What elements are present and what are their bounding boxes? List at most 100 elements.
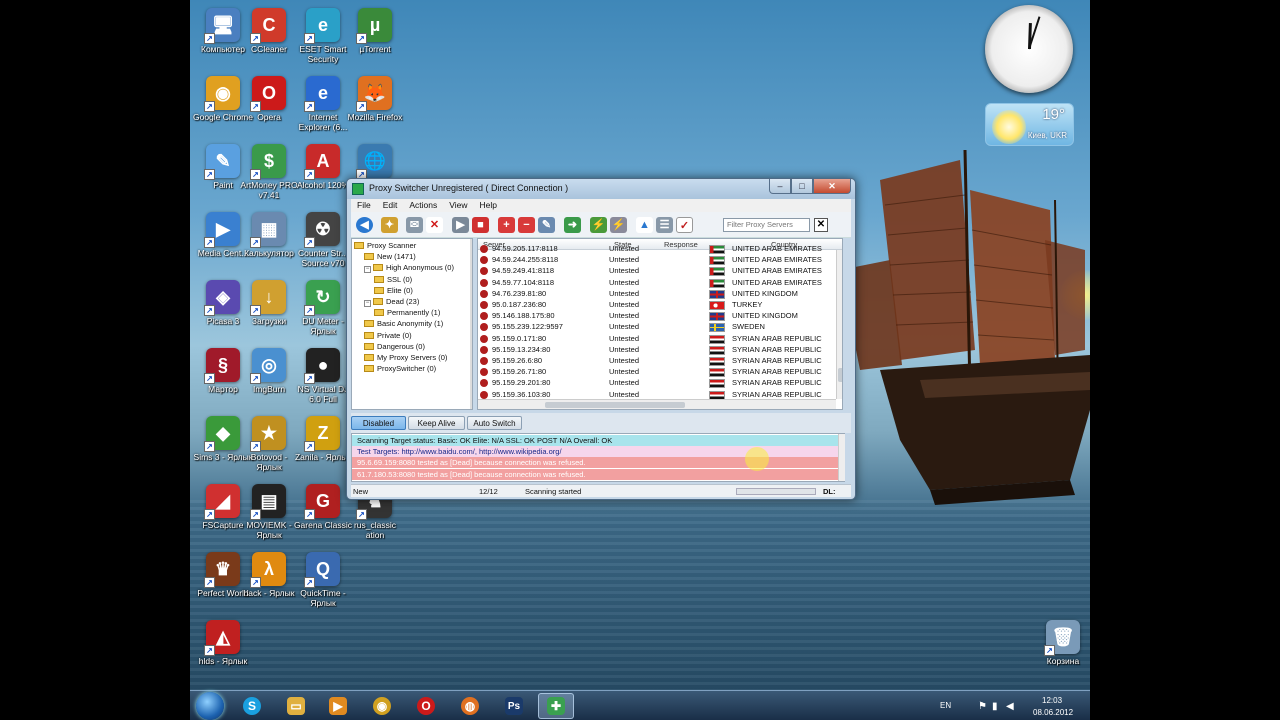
taskbar-photoshop[interactable]: Ps	[496, 693, 532, 719]
collapse-toggle-icon[interactable]: −	[364, 266, 371, 274]
cell-country: SYRIAN ARAB REPUBLIC	[732, 344, 822, 354]
shortcut-arrow-icon: ↗	[250, 373, 261, 384]
taskbar-chrome[interactable]: ◉	[364, 693, 400, 719]
menu-edit[interactable]: Edit	[377, 199, 404, 212]
mail-icon[interactable]: ✉	[406, 217, 423, 233]
tree-scrollbar[interactable]	[470, 239, 472, 409]
tree-node[interactable]: Private (0)	[364, 330, 412, 341]
table-row[interactable]: 95.155.239.122:9597 Untested SWEDEN	[478, 321, 836, 333]
tree-node[interactable]: Proxy Scanner	[354, 240, 416, 251]
table-row[interactable]: 94.76.239.81:80 Untested UNITED KINGDOM	[478, 288, 836, 299]
tree-node[interactable]: My Proxy Servers (0)	[364, 352, 447, 363]
menu-view[interactable]: View	[443, 199, 473, 212]
desktop-icon[interactable]: λ ↗ hack - Ярлык	[238, 552, 300, 598]
tree-node[interactable]: − High Anonymous (0)	[364, 262, 454, 274]
table-row[interactable]: 94.59.244.255:8118 Untested UNITED ARAB EM…	[478, 254, 836, 266]
network-icon[interactable]: ▮	[992, 701, 998, 712]
shortcut-arrow-icon: ↗	[204, 509, 215, 520]
disabled-button[interactable]: Disabled	[351, 416, 406, 430]
tree-node[interactable]: ProxySwitcher (0)	[364, 363, 436, 374]
table-row[interactable]: 95.0.187.236:80 Untested TURKEY	[478, 299, 836, 310]
desktop-icon[interactable]: Q ↗ QuickTime - Ярлык	[292, 552, 354, 608]
auto-switch-button[interactable]: Auto Switch	[467, 416, 522, 430]
table-row[interactable]: 94.59.205.117:8118 Untested UNITED ARAB EM…	[478, 243, 836, 254]
desktop-icon[interactable]: ◭ ↗ hlds - Ярлык	[192, 620, 254, 666]
maximize-button[interactable]: □	[791, 179, 813, 194]
table-row[interactable]: 94.59.77.104:8118 Untested UNITED ARAB EMI…	[478, 277, 836, 288]
tree-node[interactable]: New (1471)	[364, 251, 416, 262]
delete-icon[interactable]: ✕	[426, 217, 443, 233]
table-vertical-scrollbar[interactable]	[836, 250, 842, 399]
tree-node[interactable]: − Dead (23)	[364, 296, 419, 307]
warning-icon[interactable]: ▲	[636, 217, 653, 233]
desktop: 🖥 ↗ Компьютер C ↗ CCleaner e ↗ ESET Smart Securi…	[190, 0, 1090, 720]
table-row[interactable]: 95.159.26.6:80 Untested SYRIAN ARAB REPUBL…	[478, 355, 836, 366]
taskbar-opera[interactable]: O	[408, 693, 444, 719]
table-row[interactable]: 95.159.26.71:80 Untested SYRIAN ARAB REPUB…	[478, 366, 836, 378]
wand-icon[interactable]: ✦	[381, 217, 398, 233]
filter-proxy-input[interactable]: Filter Proxy Servers	[723, 218, 810, 232]
export-icon[interactable]: ➜	[564, 217, 581, 233]
title-bar[interactable]: Proxy Switcher Unregistered ( Direct Con…	[347, 179, 855, 199]
table-row[interactable]: 95.146.188.175:80 Untested UNITED KINGDOM	[478, 310, 836, 322]
keep-alive-button[interactable]: Keep Alive	[408, 416, 465, 430]
desktop-icon[interactable]: ↻ ↗ DU Meter - Ярлык	[292, 280, 354, 336]
clock-date[interactable]: 08.06.2012	[1033, 708, 1073, 717]
taskbar-explorer[interactable]: ▭	[278, 693, 314, 719]
desktop-icon[interactable]: ☢ ↗ Counter Str... Source v70	[292, 212, 354, 268]
table-row[interactable]: 95.159.13.234:80 Untested SYRIAN ARAB REPU…	[478, 344, 836, 355]
desktop-icon[interactable]: 🌐 ↗	[344, 144, 406, 180]
edit-icon[interactable]: ✎	[538, 217, 555, 233]
menu-file[interactable]: File	[351, 199, 377, 212]
sun-icon	[992, 110, 1026, 144]
close-button[interactable]: ✕	[813, 179, 851, 194]
stop-icon[interactable]: ■	[472, 217, 489, 233]
desktop-icon[interactable]: ▤ ↗ MOVIEMK - Ярлык	[238, 484, 300, 540]
tree-node[interactable]: Basic Anonymity (1)	[364, 318, 443, 329]
clear-filter-icon[interactable]: ✕	[814, 218, 828, 232]
desktop-icon[interactable]: O ↗ Opera	[238, 76, 300, 122]
desktop-icon[interactable]: ● ↗ NS Virtual DJ 6.0 Full	[292, 348, 354, 404]
desktop-icon[interactable]: C ↗ CCleaner	[238, 8, 300, 54]
back-icon[interactable]: ◀	[356, 217, 373, 233]
desktop-icon[interactable]: Z ↗ Zanila - Ярлык	[292, 416, 354, 462]
menu-help[interactable]: Help	[474, 199, 503, 212]
menu-actions[interactable]: Actions	[403, 199, 443, 212]
plug-icon[interactable]: ⚡	[590, 217, 607, 233]
tree-node[interactable]: Permanently (1)	[374, 307, 440, 318]
tree-node[interactable]: Dangerous (0)	[364, 341, 425, 352]
flag-icon[interactable]: ⚑	[978, 701, 987, 712]
minimize-button[interactable]: –	[769, 179, 791, 194]
desktop-icon[interactable]: 🦊 ↗ Mozilla Firefox	[344, 76, 406, 122]
log-scrollbar[interactable]	[838, 434, 845, 481]
volume-icon[interactable]: ◀	[1006, 701, 1014, 712]
clock-time[interactable]: 12:03	[1042, 696, 1062, 705]
desktop-icon[interactable]: 🗑 ↗ Корзина	[1032, 620, 1090, 666]
collapse-toggle-icon[interactable]: −	[364, 300, 371, 307]
taskbar-firefox[interactable]: ◍	[452, 693, 488, 719]
remove-icon[interactable]: −	[518, 217, 535, 233]
play-icon[interactable]: ▶	[452, 217, 469, 233]
taskbar-media-player[interactable]: ▶	[320, 693, 356, 719]
tree-node[interactable]: SSL (0)	[374, 274, 412, 285]
taskbar-proxy-switcher[interactable]: ✚	[538, 693, 574, 719]
proxy-switcher-app-icon	[352, 183, 364, 195]
list-icon[interactable]: ☰	[656, 217, 673, 233]
disconnect-icon[interactable]: ⚡	[610, 217, 627, 233]
taskbar-skype[interactable]: S	[234, 693, 270, 719]
language-indicator[interactable]: EN	[940, 701, 951, 710]
desktop-icon[interactable]: ◎ ↗ ImgBurn	[238, 348, 300, 394]
table-row[interactable]: 95.159.29.201:80 Untested SYRIAN ARAB REPU…	[478, 377, 836, 389]
table-row[interactable]: 94.59.249.41:8118 Untested UNITED ARAB EMI…	[478, 265, 836, 277]
desktop-icon[interactable]: ★ ↗ Botovod - Ярлык	[238, 416, 300, 472]
checklist-icon[interactable]: ✓	[676, 217, 693, 233]
table-horizontal-scrollbar[interactable]	[478, 399, 836, 409]
table-row[interactable]: 95.159.0.171:80 Untested SYRIAN ARAB REPUB…	[478, 333, 836, 344]
desktop-icon[interactable]: ▦ ↗ Калькулятор	[238, 212, 300, 258]
desktop-icon[interactable]: µ ↗ µTorrent	[344, 8, 406, 54]
start-button[interactable]	[196, 692, 224, 720]
desktop-icon[interactable]: $ ↗ ArtMoney PRO v7.41	[238, 144, 300, 200]
desktop-icon[interactable]: ↓ ↗ Загрузки	[238, 280, 300, 326]
add-icon[interactable]: +	[498, 217, 515, 233]
tree-node[interactable]: Elite (0)	[374, 285, 413, 296]
